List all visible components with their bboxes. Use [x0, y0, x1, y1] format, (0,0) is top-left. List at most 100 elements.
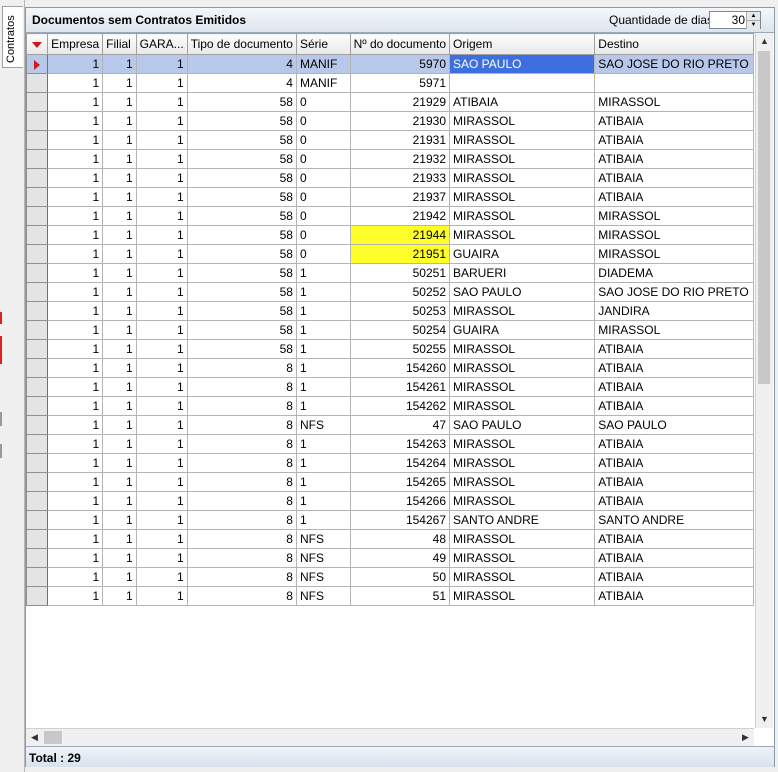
cell-tipo-documento[interactable]: 8: [186, 396, 297, 416]
cell-tipo-documento[interactable]: 4: [186, 54, 297, 74]
cell-numero-documento[interactable]: 5971: [349, 73, 451, 93]
cell-filial[interactable]: 1: [102, 320, 137, 340]
cell-serie[interactable]: 0: [295, 111, 351, 131]
cell-filial[interactable]: 1: [102, 282, 137, 302]
cell-filial[interactable]: 1: [102, 491, 137, 511]
cell-origem[interactable]: MIRASSOL: [448, 130, 596, 150]
cell-garagem[interactable]: 1: [135, 206, 188, 226]
cell-numero-documento[interactable]: 154267: [349, 510, 451, 530]
cell-serie[interactable]: 1: [295, 453, 351, 473]
cell-garagem[interactable]: 1: [135, 586, 188, 606]
row-indicator[interactable]: [26, 244, 49, 264]
scroll-down-icon[interactable]: ▼: [756, 711, 773, 728]
cell-serie[interactable]: 1: [295, 358, 351, 378]
cell-filial[interactable]: 1: [102, 339, 137, 359]
row-indicator[interactable]: [26, 92, 49, 112]
cell-numero-documento[interactable]: 154266: [349, 491, 451, 511]
row-indicator[interactable]: [26, 54, 49, 74]
cell-origem[interactable]: MIRASSOL: [448, 206, 596, 226]
cell-numero-documento[interactable]: 154263: [349, 434, 451, 454]
dias-spinner[interactable]: 30 ▲ ▼: [709, 11, 761, 29]
cell-empresa[interactable]: 1: [47, 187, 104, 207]
table-row[interactable]: 1 1 1 8 1 154261 MIRASSOL ATIBAIA: [26, 377, 754, 397]
row-indicator[interactable]: [26, 301, 49, 321]
cell-serie[interactable]: 0: [295, 244, 351, 264]
table-row[interactable]: 1 1 1 58 0 21951 GUAIRA MIRASSOL: [26, 244, 754, 264]
row-indicator[interactable]: [26, 529, 49, 549]
cell-serie[interactable]: 0: [295, 92, 351, 112]
cell-numero-documento[interactable]: 21931: [349, 130, 451, 150]
cell-empresa[interactable]: 1: [47, 548, 104, 568]
cell-tipo-documento[interactable]: 58: [186, 206, 297, 226]
cell-garagem[interactable]: 1: [135, 130, 188, 150]
row-indicator[interactable]: [26, 358, 49, 378]
cell-numero-documento[interactable]: 21932: [349, 149, 451, 169]
cell-numero-documento[interactable]: 154262: [349, 396, 451, 416]
cell-origem[interactable]: MIRASSOL: [448, 453, 596, 473]
cell-serie[interactable]: NFS: [295, 586, 351, 606]
cell-serie[interactable]: 1: [295, 434, 351, 454]
row-indicator[interactable]: [26, 586, 49, 606]
cell-tipo-documento[interactable]: 8: [186, 491, 297, 511]
cell-numero-documento[interactable]: 50251: [349, 263, 451, 283]
cell-origem[interactable]: MIRASSOL: [448, 396, 596, 416]
cell-garagem[interactable]: 1: [135, 320, 188, 340]
cell-destino[interactable]: ATIBAIA: [594, 396, 754, 416]
cell-serie[interactable]: 1: [295, 491, 351, 511]
cell-garagem[interactable]: 1: [135, 225, 188, 245]
cell-garagem[interactable]: 1: [135, 472, 188, 492]
table-row[interactable]: 1 1 1 58 1 50254 GUAIRA MIRASSOL: [26, 320, 754, 340]
cell-numero-documento[interactable]: 154260: [349, 358, 451, 378]
cell-garagem[interactable]: 1: [135, 54, 188, 74]
row-indicator[interactable]: [26, 472, 49, 492]
row-indicator[interactable]: [26, 263, 49, 283]
cell-filial[interactable]: 1: [102, 92, 137, 112]
cell-origem[interactable]: MIRASSOL: [448, 548, 596, 568]
cell-tipo-documento[interactable]: 58: [186, 130, 297, 150]
cell-serie[interactable]: 1: [295, 320, 351, 340]
cell-tipo-documento[interactable]: 58: [186, 168, 297, 188]
table-row[interactable]: 1 1 1 8 1 154263 MIRASSOL ATIBAIA: [26, 434, 754, 454]
cell-garagem[interactable]: 1: [135, 73, 188, 93]
cell-empresa[interactable]: 1: [47, 225, 104, 245]
cell-garagem[interactable]: 1: [135, 415, 188, 435]
cell-tipo-documento[interactable]: 58: [186, 301, 297, 321]
cell-filial[interactable]: 1: [102, 396, 137, 416]
table-row[interactable]: 1 1 1 8 NFS 50 MIRASSOL ATIBAIA: [26, 567, 754, 587]
cell-empresa[interactable]: 1: [47, 301, 104, 321]
table-row[interactable]: 1 1 1 8 NFS 48 MIRASSOL ATIBAIA: [26, 529, 754, 549]
cell-empresa[interactable]: 1: [47, 320, 104, 340]
cell-tipo-documento[interactable]: 8: [186, 377, 297, 397]
table-row[interactable]: 1 1 1 8 1 154260 MIRASSOL ATIBAIA: [26, 358, 754, 378]
cell-destino[interactable]: ATIBAIA: [594, 586, 754, 606]
row-indicator[interactable]: [26, 415, 49, 435]
cell-empresa[interactable]: 1: [47, 415, 104, 435]
table-row[interactable]: 1 1 1 58 0 21937 MIRASSOL ATIBAIA: [26, 187, 754, 207]
cell-destino[interactable]: ATIBAIA: [594, 529, 754, 549]
cell-tipo-documento[interactable]: 8: [186, 472, 297, 492]
cell-destino[interactable]: SAO JOSE DO RIO PRETO: [594, 282, 754, 302]
cell-origem[interactable]: MIRASSOL: [448, 491, 596, 511]
cell-destino[interactable]: ATIBAIA: [594, 358, 754, 378]
cell-tipo-documento[interactable]: 8: [186, 453, 297, 473]
cell-serie[interactable]: 1: [295, 301, 351, 321]
row-indicator[interactable]: [26, 396, 49, 416]
cell-destino[interactable]: ATIBAIA: [594, 130, 754, 150]
cell-numero-documento[interactable]: 49: [349, 548, 451, 568]
cell-empresa[interactable]: 1: [47, 434, 104, 454]
cell-filial[interactable]: 1: [102, 358, 137, 378]
cell-empresa[interactable]: 1: [47, 73, 104, 93]
vertical-scrollbar[interactable]: ▲ ▼: [755, 33, 773, 728]
cell-destino[interactable]: MIRASSOL: [594, 244, 754, 264]
cell-garagem[interactable]: 1: [135, 187, 188, 207]
cell-destino[interactable]: ATIBAIA: [594, 111, 754, 131]
table-row[interactable]: 1 1 1 58 0 21944 MIRASSOL MIRASSOL: [26, 225, 754, 245]
cell-tipo-documento[interactable]: 58: [186, 111, 297, 131]
cell-serie[interactable]: 1: [295, 339, 351, 359]
cell-origem[interactable]: MIRASSOL: [448, 529, 596, 549]
row-indicator[interactable]: [26, 434, 49, 454]
row-indicator[interactable]: [26, 225, 49, 245]
cell-serie[interactable]: 1: [295, 282, 351, 302]
sort-indicator-header[interactable]: [26, 33, 49, 55]
spin-up-icon[interactable]: ▲: [746, 12, 760, 20]
